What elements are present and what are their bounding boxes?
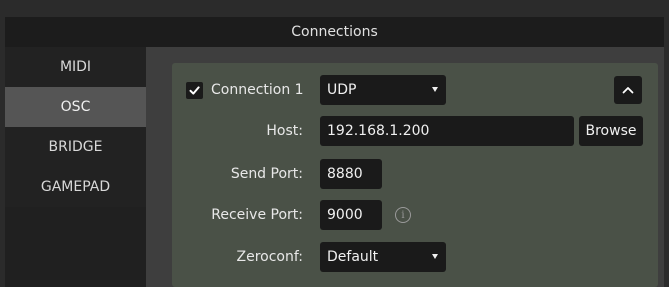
send-port-label: Send Port:: [230, 166, 303, 182]
host-label: Host:: [266, 123, 303, 139]
host-input-value: 192.168.1.200: [327, 123, 430, 139]
sidebar: MIDI OSC BRIDGE GAMEPAD: [5, 47, 146, 287]
zeroconf-row: Zeroconf: Default: [172, 242, 658, 272]
main-content: Connection 1 UDP Host: 192.168.1.200 Bro…: [146, 47, 664, 287]
browse-button-label: Browse: [585, 123, 637, 139]
dropdown-caret-icon: [432, 87, 438, 92]
send-port-input[interactable]: 8880: [320, 159, 382, 189]
protocol-select-value: UDP: [327, 82, 357, 98]
window-title: Connections: [291, 24, 378, 40]
connection-header-row: Connection 1 UDP: [172, 75, 658, 105]
info-icon[interactable]: i: [395, 207, 411, 223]
zeroconf-select-value: Default: [327, 249, 379, 265]
sidebar-item-midi[interactable]: MIDI: [5, 47, 146, 87]
collapse-button[interactable]: [614, 76, 642, 104]
connection-name-label: Connection 1: [211, 82, 304, 98]
zeroconf-select[interactable]: Default: [320, 242, 446, 272]
send-port-row: Send Port: 8880: [172, 159, 658, 189]
receive-port-input[interactable]: 9000: [320, 200, 382, 230]
check-icon: [189, 86, 200, 95]
host-row: Host: 192.168.1.200 Browse: [172, 116, 658, 146]
receive-port-row: Receive Port: 9000 i: [172, 200, 658, 230]
host-input[interactable]: 192.168.1.200: [320, 116, 574, 146]
sidebar-item-gamepad[interactable]: GAMEPAD: [5, 167, 146, 207]
zeroconf-label: Zeroconf:: [236, 249, 304, 265]
window-title-bar: Connections: [5, 17, 664, 47]
receive-port-value: 9000: [327, 207, 363, 223]
browse-button[interactable]: Browse: [579, 116, 643, 146]
chevron-up-icon: [622, 87, 634, 94]
connection-panel: Connection 1 UDP Host: 192.168.1.200 Bro…: [172, 63, 658, 287]
receive-port-label: Receive Port:: [211, 207, 303, 223]
protocol-select[interactable]: UDP: [320, 75, 446, 105]
sidebar-item-osc[interactable]: OSC: [5, 87, 146, 127]
send-port-value: 8880: [327, 166, 363, 182]
dropdown-caret-icon: [432, 254, 438, 259]
connection-enabled-checkbox[interactable]: [186, 82, 203, 99]
sidebar-item-bridge[interactable]: BRIDGE: [5, 127, 146, 167]
